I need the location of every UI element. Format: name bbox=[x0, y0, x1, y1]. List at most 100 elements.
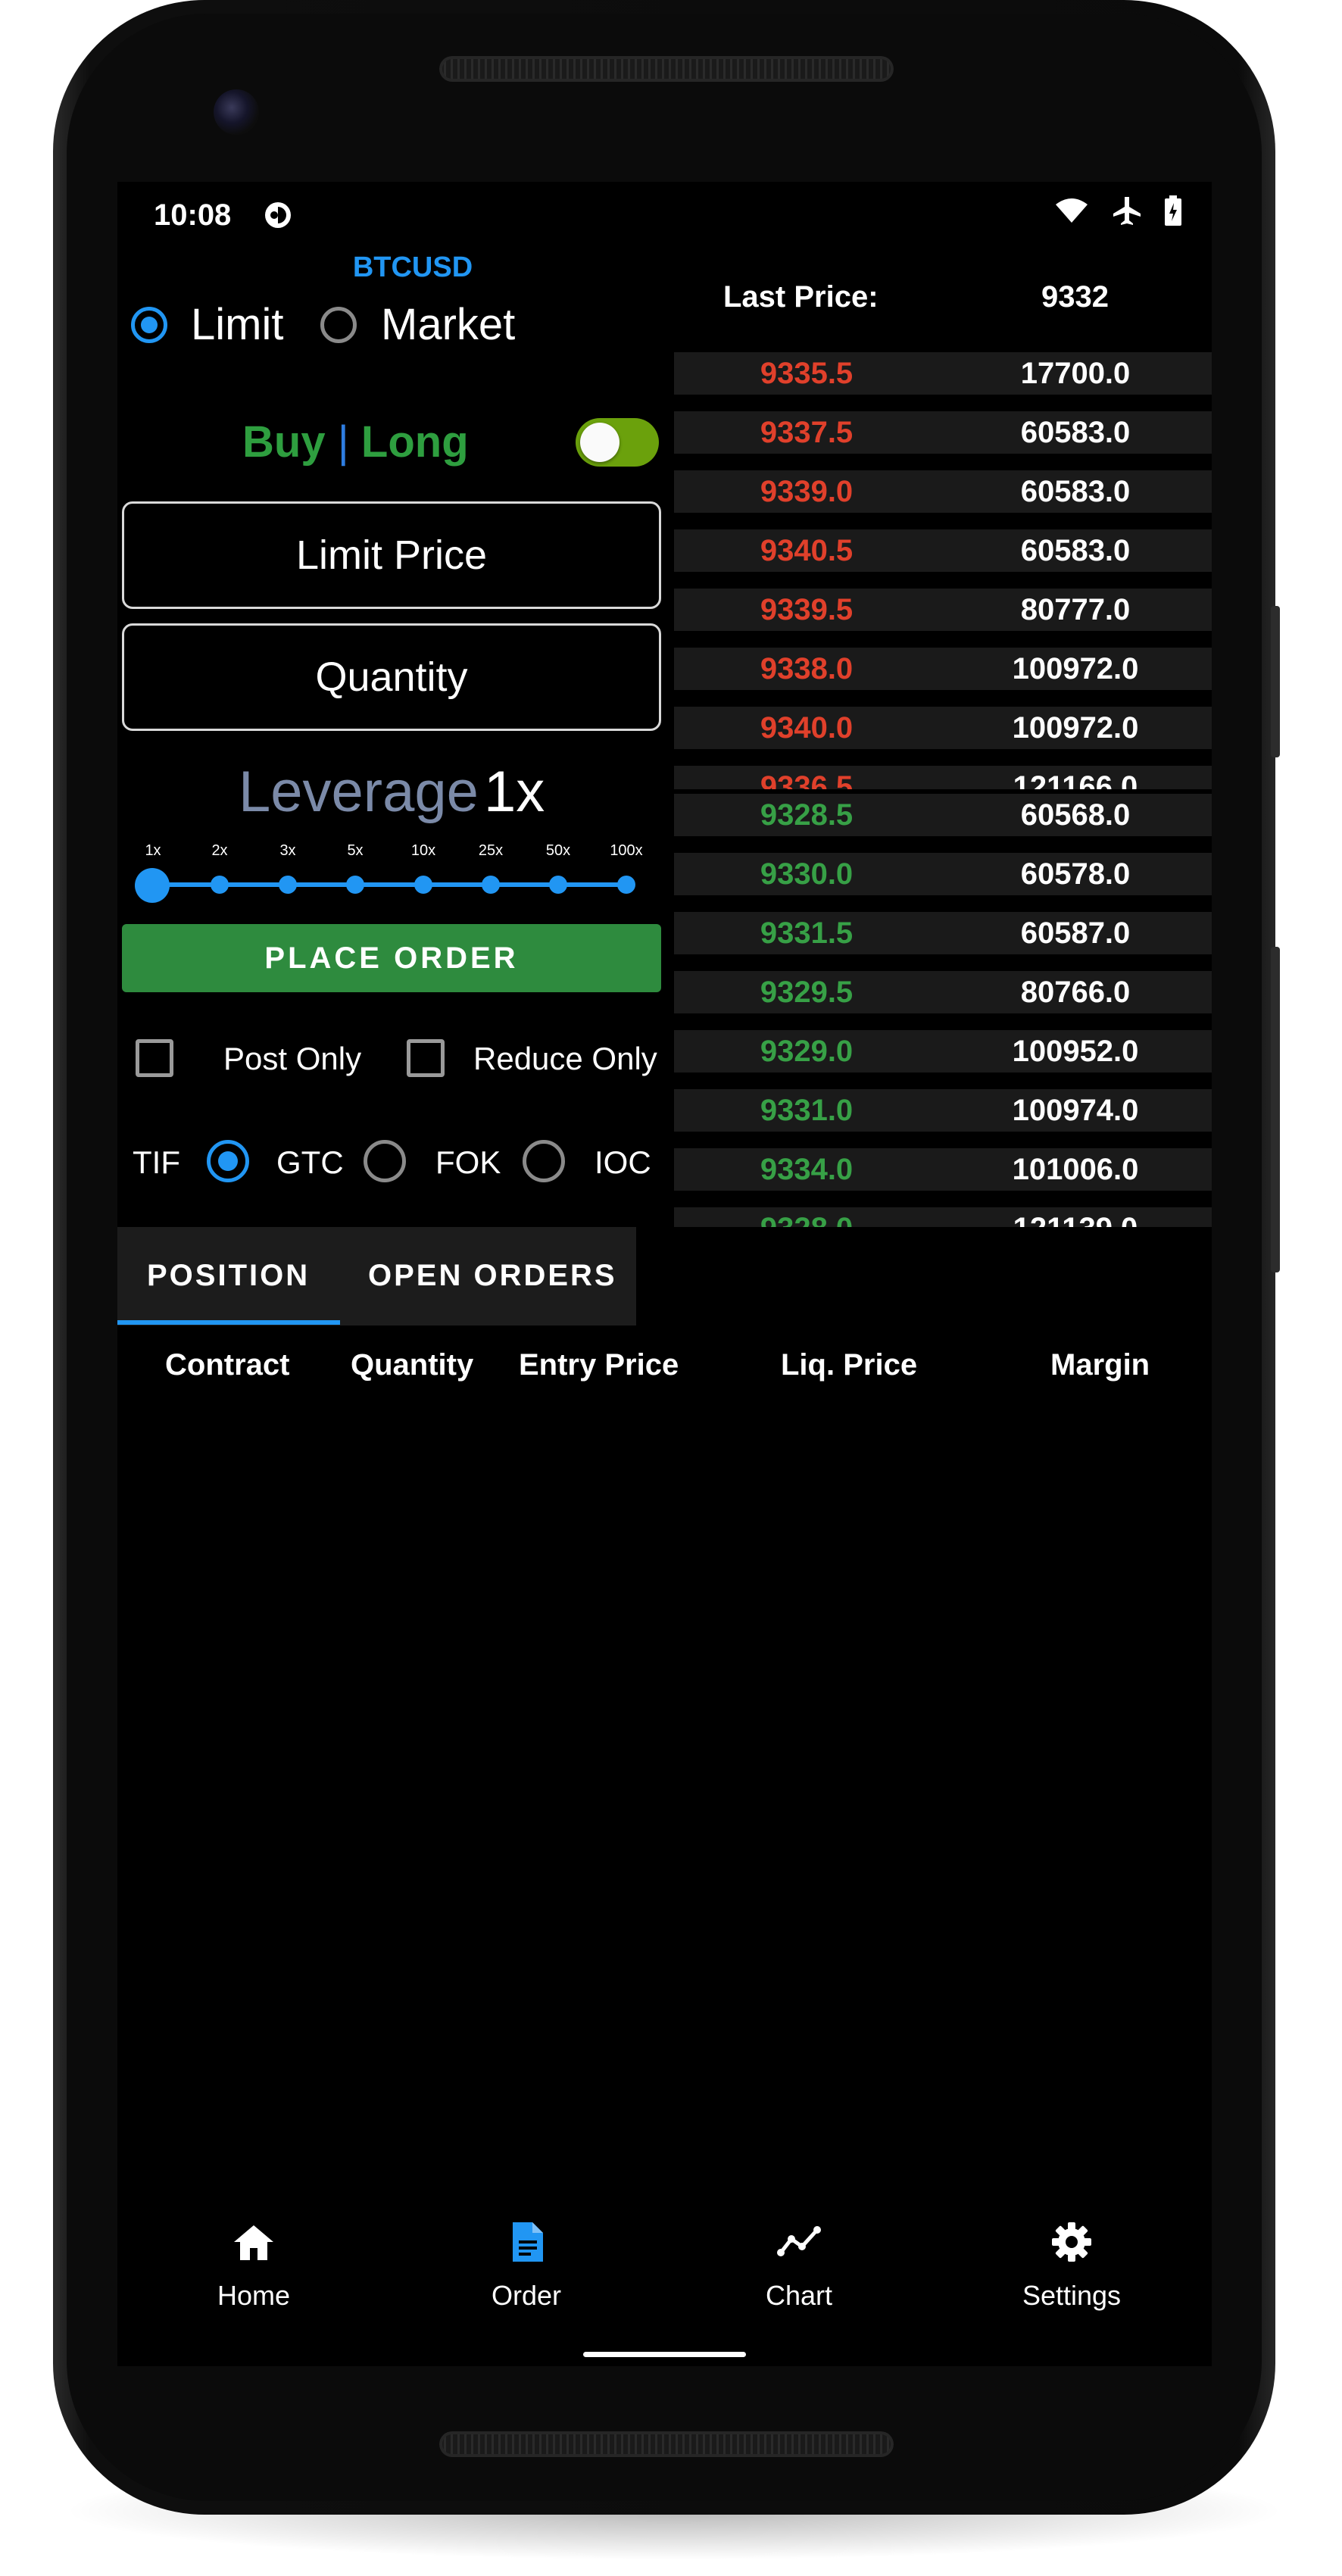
buy-text: Buy bbox=[242, 417, 326, 467]
airplane-icon bbox=[1113, 197, 1141, 225]
limit-price-field[interactable]: Limit Price bbox=[122, 501, 661, 609]
reduce-only-label[interactable]: Reduce Only bbox=[473, 1041, 657, 1077]
bid-qty: 60578.0 bbox=[1020, 857, 1131, 891]
long-text: Long bbox=[360, 417, 469, 467]
column-header-margin: Margin bbox=[1050, 1348, 1150, 1382]
ask-price: 9337.5 bbox=[760, 416, 854, 449]
bid-row[interactable]: 9328.0 121139.0 bbox=[674, 1207, 1212, 1227]
bid-row[interactable]: 9329.0 100952.0 bbox=[674, 1030, 1212, 1073]
gear-icon bbox=[1052, 2222, 1091, 2262]
tif-fok-radio[interactable] bbox=[364, 1140, 406, 1182]
asks-list[interactable]: 9335.5 17700.0 9337.5 60583.0 9339.0 60583.… bbox=[674, 352, 1212, 789]
ask-price: 9336.5 bbox=[760, 770, 854, 789]
leverage-tick[interactable] bbox=[414, 876, 432, 894]
ask-row[interactable]: 9339.0 60583.0 bbox=[674, 470, 1212, 513]
home-icon bbox=[234, 2225, 273, 2260]
ask-price: 9340.5 bbox=[760, 534, 854, 567]
ask-qty: 121166.0 bbox=[1013, 770, 1138, 789]
leverage-tick[interactable] bbox=[617, 876, 635, 894]
ask-row[interactable]: 9337.5 60583.0 bbox=[674, 411, 1212, 454]
tab-open-orders[interactable]: OPEN ORDERS bbox=[368, 1259, 617, 1293]
ask-qty: 17700.0 bbox=[1020, 357, 1131, 390]
leverage-tick-label: 100x bbox=[610, 842, 643, 859]
ask-qty: 60583.0 bbox=[1020, 475, 1131, 508]
bid-qty: 100952.0 bbox=[1012, 1035, 1139, 1068]
ask-row[interactable]: 9336.5 121166.0 bbox=[674, 766, 1212, 789]
leverage-tick[interactable] bbox=[211, 876, 229, 894]
side-toggle[interactable] bbox=[576, 418, 659, 467]
post-only-checkbox[interactable] bbox=[136, 1039, 173, 1077]
symbol-title: BTCUSD bbox=[352, 251, 473, 283]
bid-qty: 121139.0 bbox=[947, 1212, 1204, 1227]
quantity-field[interactable]: Quantity bbox=[122, 623, 661, 731]
market-radio[interactable] bbox=[320, 307, 357, 343]
leverage-value: 1x bbox=[484, 760, 545, 824]
bid-price: 9331.5 bbox=[760, 916, 854, 950]
nav-chart[interactable]: Chart bbox=[708, 2219, 890, 2312]
bid-price: 9329.0 bbox=[760, 1035, 854, 1068]
ask-price: 9340.0 bbox=[760, 711, 854, 745]
bid-row[interactable]: 9329.5 80766.0 bbox=[674, 971, 1212, 1013]
document-icon bbox=[513, 2222, 543, 2262]
toggle-knob bbox=[580, 423, 620, 462]
column-header-entry-price: Entry Price bbox=[519, 1348, 679, 1382]
ask-row[interactable]: 9338.0 100972.0 bbox=[674, 648, 1212, 690]
bid-row[interactable]: 9334.0 101006.0 bbox=[674, 1148, 1212, 1191]
leverage-tick-label: 3x bbox=[279, 842, 296, 859]
leverage-tick-label: 50x bbox=[545, 842, 571, 859]
column-header-contract: Contract bbox=[165, 1348, 290, 1382]
place-order-button[interactable]: PLACE ORDER bbox=[122, 924, 661, 992]
leverage-tick-label: 1x bbox=[145, 842, 161, 859]
leverage-tick[interactable] bbox=[346, 876, 364, 894]
leverage-tick-label: 2x bbox=[211, 842, 228, 859]
tif-label: TIF bbox=[133, 1144, 180, 1180]
bid-row[interactable]: 9328.5 60568.0 bbox=[674, 794, 1212, 836]
nav-home[interactable]: Home bbox=[163, 2219, 345, 2312]
ask-qty: 100972.0 bbox=[1012, 652, 1139, 685]
bid-price: 9329.5 bbox=[760, 976, 854, 1009]
tif-gtc-label[interactable]: GTC bbox=[276, 1144, 344, 1181]
tab-position[interactable]: POSITION bbox=[147, 1259, 310, 1293]
home-indicator[interactable] bbox=[583, 2352, 746, 2357]
limit-label[interactable]: Limit bbox=[191, 299, 283, 350]
wifi-icon bbox=[1056, 198, 1088, 223]
bid-price: 9328.5 bbox=[760, 798, 854, 832]
leverage-tick-label: 5x bbox=[347, 842, 364, 859]
bid-row[interactable]: 9331.5 60587.0 bbox=[674, 912, 1212, 954]
bid-row[interactable]: 9330.0 60578.0 bbox=[674, 853, 1212, 895]
bids-list[interactable]: 9328.5 60568.0 9330.0 60578.0 9331.5 60587.… bbox=[674, 794, 1212, 1227]
post-only-label[interactable]: Post Only bbox=[223, 1041, 361, 1077]
market-label[interactable]: Market bbox=[381, 299, 515, 350]
tif-gtc-radio[interactable] bbox=[207, 1140, 249, 1182]
limit-price-placeholder: Limit Price bbox=[295, 532, 488, 578]
leverage-tick[interactable] bbox=[549, 876, 567, 894]
tif-ioc-radio[interactable] bbox=[523, 1140, 565, 1182]
bid-row[interactable]: 9331.0 100974.0 bbox=[674, 1089, 1212, 1132]
limit-radio[interactable] bbox=[131, 307, 167, 343]
leverage-slider-thumb[interactable] bbox=[135, 868, 170, 903]
nav-order[interactable]: Order bbox=[435, 2219, 617, 2312]
ask-qty: 60583.0 bbox=[1020, 534, 1131, 567]
leverage-tick[interactable] bbox=[279, 876, 297, 894]
ask-price: 9335.5 bbox=[760, 357, 854, 390]
quantity-placeholder: Quantity bbox=[315, 654, 468, 700]
tif-ioc-label[interactable]: IOC bbox=[595, 1144, 651, 1181]
nav-settings[interactable]: Settings bbox=[981, 2219, 1163, 2312]
ask-row[interactable]: 9339.5 80777.0 bbox=[674, 589, 1212, 631]
ask-row[interactable]: 9335.5 17700.0 bbox=[674, 352, 1212, 395]
app-screen: 10:08 BTCUSD Limit Market Buy | Long Lim… bbox=[117, 182, 1212, 2366]
power-button bbox=[1271, 606, 1280, 757]
bottom-speaker bbox=[439, 2431, 894, 2457]
ask-row[interactable]: 9340.0 100972.0 bbox=[674, 707, 1212, 749]
tif-fok-label[interactable]: FOK bbox=[435, 1144, 501, 1181]
ask-row[interactable]: 9340.5 60583.0 bbox=[674, 529, 1212, 572]
front-camera bbox=[214, 89, 259, 135]
reduce-only-checkbox[interactable] bbox=[407, 1039, 445, 1077]
top-speaker bbox=[439, 56, 894, 82]
nav-home-label: Home bbox=[217, 2280, 291, 2311]
bid-price: 9328.0 bbox=[674, 1212, 939, 1227]
ask-price: 9339.0 bbox=[760, 475, 854, 508]
status-bar: 10:08 bbox=[117, 182, 1212, 250]
leverage-tick[interactable] bbox=[482, 876, 500, 894]
ask-price: 9339.5 bbox=[760, 593, 854, 626]
